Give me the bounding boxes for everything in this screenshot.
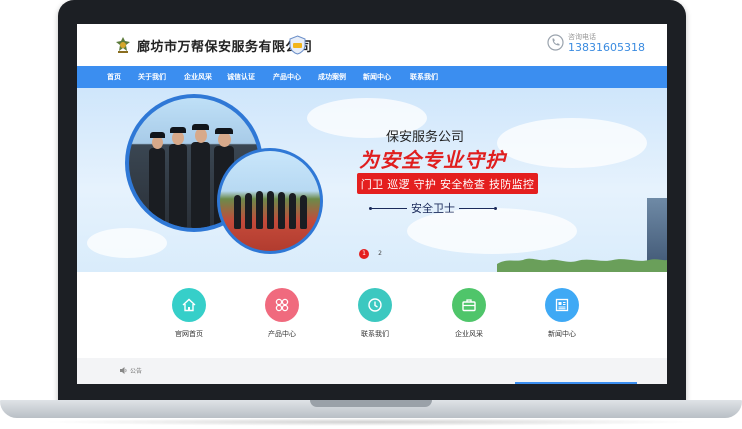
services-bar: 门卫 巡逻 守护 安全检查 技防监控 bbox=[357, 173, 538, 194]
quick-links: 官网首页 产品中心 联系我们 企业风采 新闻中心 bbox=[77, 272, 667, 358]
quick-link-home[interactable]: 官网首页 bbox=[159, 288, 219, 339]
notice-bar: 公告 bbox=[77, 358, 667, 384]
laptop-notch bbox=[310, 400, 432, 407]
briefcase-icon bbox=[462, 299, 476, 312]
nav-item-contact[interactable]: 联系我们 bbox=[410, 72, 455, 82]
guard-figure bbox=[278, 192, 285, 229]
news-icon bbox=[555, 298, 569, 312]
nav-item-about[interactable]: 关于我们 bbox=[138, 72, 184, 82]
phone-icon bbox=[547, 34, 564, 51]
guard-figure bbox=[191, 142, 210, 228]
guard-figure bbox=[256, 191, 263, 229]
guard-figure bbox=[267, 191, 274, 229]
quick-link-label: 官网首页 bbox=[175, 330, 203, 338]
quick-link-circle bbox=[358, 288, 392, 322]
nav-item-certification[interactable]: 诚信认证 bbox=[227, 72, 273, 82]
guard-cap bbox=[192, 124, 209, 130]
guard-figure bbox=[149, 148, 165, 228]
speaker-icon bbox=[120, 367, 127, 374]
main-nav: 首页 关于我们 企业风采 诚信认证 产品中心 成功案例 新闻中心 联系我们 bbox=[77, 66, 667, 88]
guard-cap bbox=[150, 132, 165, 138]
notice-label: 公告 bbox=[130, 368, 143, 375]
guard-figure bbox=[300, 195, 307, 229]
laptop-mockup: 廊坊市万帮保安服务有限公司 咨询电话 13831605318 首页 关于我们 企… bbox=[0, 0, 742, 429]
quick-link-label: 新闻中心 bbox=[548, 330, 576, 338]
clock-icon bbox=[368, 298, 382, 312]
guard-tag: 安全卫士 bbox=[369, 200, 497, 216]
quick-link-circle bbox=[172, 288, 206, 322]
guard-head bbox=[218, 132, 231, 147]
quick-link-circle bbox=[265, 288, 299, 322]
laptop-shadow bbox=[40, 418, 702, 426]
slide-dot-2[interactable]: 2 bbox=[375, 249, 385, 259]
guard-cap bbox=[215, 128, 233, 134]
quick-link-style[interactable]: 企业风采 bbox=[439, 288, 499, 339]
quick-link-circle bbox=[452, 288, 486, 322]
cloud-shape bbox=[497, 118, 647, 168]
home-icon bbox=[182, 298, 196, 312]
quick-link-label: 企业风采 bbox=[455, 330, 483, 338]
guard-figure bbox=[169, 144, 187, 228]
nav-item-news[interactable]: 新闻中心 bbox=[363, 72, 410, 82]
guard-head bbox=[195, 128, 207, 143]
guard-figure bbox=[289, 193, 296, 229]
tag-line bbox=[459, 207, 494, 209]
banner-slogan: 为安全专业守护 bbox=[359, 148, 506, 172]
website-screen: 廊坊市万帮保安服务有限公司 咨询电话 13831605318 首页 关于我们 企… bbox=[77, 24, 667, 384]
site-header: 廊坊市万帮保安服务有限公司 咨询电话 13831605318 bbox=[77, 24, 667, 66]
slide-dot-1[interactable]: 1 bbox=[359, 249, 369, 259]
quick-link-contact[interactable]: 联系我们 bbox=[345, 288, 405, 339]
quick-link-products[interactable]: 产品中心 bbox=[252, 288, 312, 339]
slider-pagination: 1 2 bbox=[359, 249, 385, 259]
guard-figure bbox=[234, 195, 241, 229]
certified-shield-icon bbox=[289, 35, 306, 55]
banner-title: 保安服务公司 bbox=[386, 130, 465, 145]
tag-line bbox=[372, 207, 407, 209]
notice-accent-bar bbox=[515, 382, 637, 384]
guard-head bbox=[172, 131, 184, 145]
tag-dot bbox=[494, 206, 497, 210]
grid-icon bbox=[275, 298, 289, 312]
nav-item-home[interactable]: 首页 bbox=[107, 72, 138, 82]
quick-link-circle bbox=[545, 288, 579, 322]
trees-graphic bbox=[497, 258, 667, 272]
company-name[interactable]: 廊坊市万帮保安服务有限公司 bbox=[137, 36, 313, 55]
quick-link-label: 产品中心 bbox=[268, 330, 296, 338]
guard-cap bbox=[170, 127, 186, 133]
nav-item-cases[interactable]: 成功案例 bbox=[318, 72, 363, 82]
services-text: 门卫 巡逻 守护 安全检查 技防监控 bbox=[360, 177, 535, 191]
quick-link-news[interactable]: 新闻中心 bbox=[532, 288, 592, 339]
guards-photo-small bbox=[217, 148, 323, 254]
cloud-shape bbox=[87, 228, 167, 258]
phone-number[interactable]: 13831605318 bbox=[568, 41, 645, 54]
company-emblem-icon bbox=[116, 37, 130, 53]
guard-figure bbox=[245, 193, 252, 229]
quick-link-label: 联系我们 bbox=[361, 330, 389, 338]
nav-item-style[interactable]: 企业风采 bbox=[184, 72, 227, 82]
nav-item-products[interactable]: 产品中心 bbox=[273, 72, 318, 82]
hero-banner[interactable]: 保安服务公司 为安全专业守护 门卫 巡逻 守护 安全检查 技防监控 安全卫士 1… bbox=[77, 88, 667, 272]
guard-tag-text: 安全卫士 bbox=[411, 202, 455, 215]
